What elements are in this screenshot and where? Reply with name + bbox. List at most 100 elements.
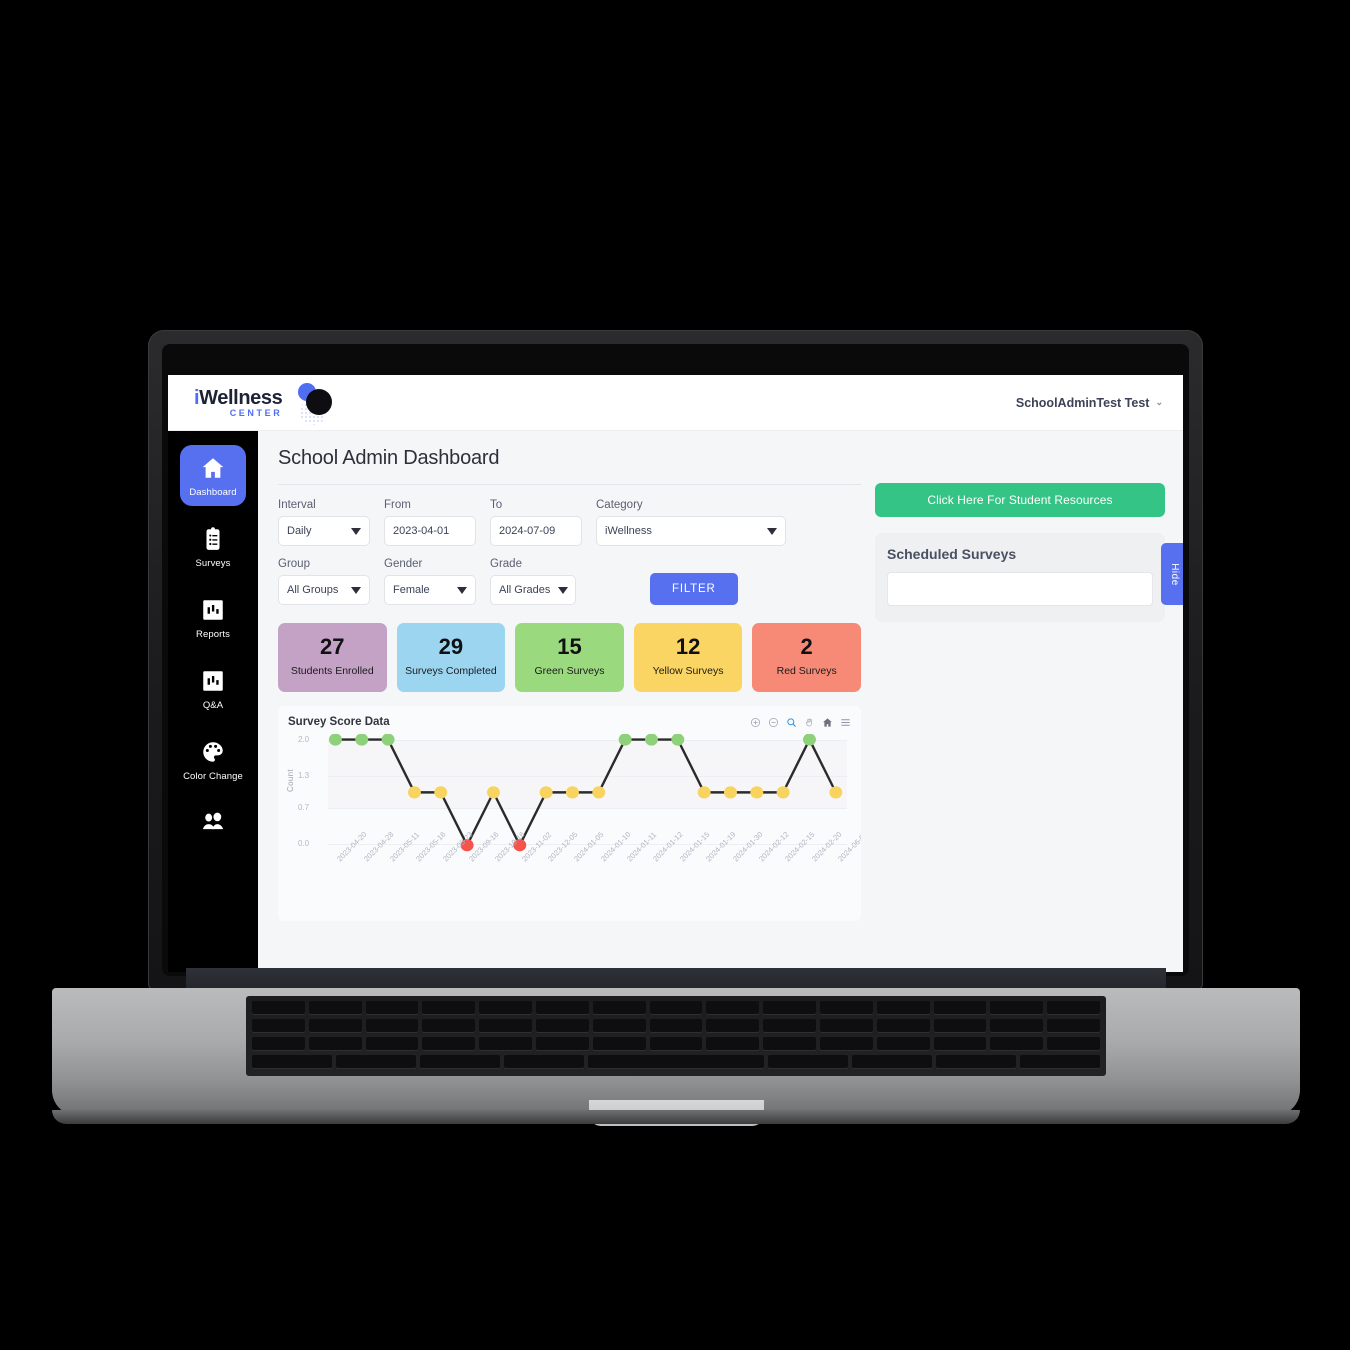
filter-category: Category iWellness xyxy=(596,499,786,546)
chart-data-point[interactable] xyxy=(671,734,685,746)
keyboard-key xyxy=(706,1001,760,1014)
keyboard-key xyxy=(1047,1037,1100,1050)
keyboard-key xyxy=(876,1019,930,1032)
from-date-input[interactable]: 2023-04-01 xyxy=(384,516,476,546)
menu-icon[interactable] xyxy=(840,717,851,728)
from-date-value: 2023-04-01 xyxy=(393,525,450,537)
chart-data-point[interactable] xyxy=(723,786,737,799)
chart-data-point[interactable] xyxy=(750,786,764,799)
filter-to-label: To xyxy=(490,499,503,511)
keyboard-key xyxy=(479,1001,532,1014)
chart-data-point[interactable] xyxy=(381,734,395,746)
chart-data-point[interactable] xyxy=(328,734,342,746)
chart-data-point[interactable] xyxy=(644,734,658,746)
filters-row-1: Interval Daily From 2023-04-01 To 2024-0… xyxy=(278,499,861,546)
reset-zoom-home-icon[interactable] xyxy=(822,717,833,728)
to-date-input[interactable]: 2024-07-09 xyxy=(490,516,582,546)
brand-name-rest: Wellness xyxy=(199,386,283,409)
keyboard-row xyxy=(246,1001,1106,1014)
stat-card-value: 12 xyxy=(675,634,701,659)
filter-category-label: Category xyxy=(596,499,643,511)
sidebar-nav: Dashboard Surveys Reports Q&A Color Chan… xyxy=(168,431,258,972)
keyboard-key xyxy=(1047,1019,1100,1032)
scheduled-surveys-input[interactable] xyxy=(887,572,1153,606)
zoom-out-icon[interactable] xyxy=(768,717,779,728)
sidebar-item-reports[interactable]: Reports xyxy=(180,587,246,648)
main-content: School Admin Dashboard Interval Daily Fr… xyxy=(258,431,1183,972)
y-axis-tick-label: 0.0 xyxy=(298,839,310,849)
chart-data-point[interactable] xyxy=(776,786,790,799)
chart-data-point[interactable] xyxy=(539,786,553,799)
chart-data-point[interactable] xyxy=(407,786,421,799)
sidebar-item-surveys-label: Surveys xyxy=(195,558,231,569)
interval-select[interactable]: Daily xyxy=(278,516,370,546)
filter-button[interactable]: FILTER xyxy=(650,573,738,605)
laptop-hinge xyxy=(186,968,1166,990)
filter-from: From 2023-04-01 xyxy=(384,499,476,546)
keyboard-key xyxy=(504,1055,584,1068)
brand-name: iWellness xyxy=(194,386,283,409)
chart-data-point[interactable] xyxy=(829,786,843,799)
filter-group: Group All Groups xyxy=(278,558,370,605)
keyboard-key xyxy=(933,1019,987,1032)
chart-data-point[interactable] xyxy=(355,734,369,746)
sidebar-item-color-change-label: Color Change xyxy=(183,771,243,782)
sidebar-item-users[interactable] xyxy=(180,800,246,850)
keyboard-key xyxy=(592,1037,646,1050)
panning-icon[interactable] xyxy=(804,717,815,728)
chart-data-point[interactable] xyxy=(592,786,606,799)
filter-grade-label: Grade xyxy=(490,558,522,570)
dashboard-column: School Admin Dashboard Interval Daily Fr… xyxy=(278,447,861,972)
chart-data-point[interactable] xyxy=(486,786,500,799)
keyboard-key xyxy=(876,1001,930,1014)
chart-data-point[interactable] xyxy=(802,734,816,746)
page-title: School Admin Dashboard xyxy=(278,447,500,469)
keyboard-key xyxy=(420,1055,500,1068)
chevron-down-icon xyxy=(351,586,361,594)
gender-select[interactable]: Female xyxy=(384,575,476,605)
user-menu[interactable]: SchoolAdminTest Test ⌄ xyxy=(1016,396,1163,410)
brand-logo[interactable]: iWellness CENTER xyxy=(188,381,333,425)
keyboard-key xyxy=(592,1001,646,1014)
chevron-down-icon xyxy=(351,527,361,535)
bar-chart-icon xyxy=(200,668,226,694)
chart-plot-area: Count 0.0 0.7 1.3 2.0 2023-04-20 2023-04-28 2… xyxy=(286,734,861,909)
stat-card-label: Surveys Completed xyxy=(405,665,497,678)
chart-data-point[interactable] xyxy=(697,786,711,799)
title-divider xyxy=(278,484,861,485)
sidebar-item-qa[interactable]: Q&A xyxy=(180,658,246,719)
grade-select[interactable]: All Grades xyxy=(490,575,576,605)
stat-card: 29 Surveys Completed xyxy=(396,623,506,693)
student-resources-button[interactable]: Click Here For Student Resources xyxy=(875,483,1165,517)
keyboard-key xyxy=(252,1037,305,1050)
black-circle-icon xyxy=(306,388,333,415)
sidebar-item-color-change[interactable]: Color Change xyxy=(180,729,246,790)
y-axis-title: Count xyxy=(286,769,295,793)
stat-card: 2 Red Surveys xyxy=(752,623,861,693)
screenshot-stage: iWellness CENTER SchoolAdminTest Test ⌄ xyxy=(0,0,1350,1350)
stat-card-label: Green Surveys xyxy=(534,665,605,678)
chart-title: Survey Score Data xyxy=(288,716,390,729)
zoom-in-icon[interactable] xyxy=(750,717,761,728)
keyboard-key xyxy=(819,1019,873,1032)
category-select[interactable]: iWellness xyxy=(596,516,786,546)
hide-panel-tab[interactable]: Hide xyxy=(1161,543,1183,605)
group-value: All Groups xyxy=(287,584,339,596)
keyboard-key xyxy=(763,1037,816,1050)
stat-card-label: Students Enrolled xyxy=(290,665,374,678)
chart-data-point[interactable] xyxy=(565,786,579,799)
keyboard-key xyxy=(252,1001,305,1014)
sidebar-item-dashboard-label: Dashboard xyxy=(189,487,237,498)
chevron-down-icon: ⌄ xyxy=(1155,397,1163,407)
sidebar-item-dashboard[interactable]: Dashboard xyxy=(180,445,246,506)
keyboard-row xyxy=(246,1037,1106,1050)
sidebar-item-surveys[interactable]: Surveys xyxy=(180,516,246,577)
chart-toolbar xyxy=(750,717,851,728)
group-select[interactable]: All Groups xyxy=(278,575,370,605)
filter-gender: Gender Female xyxy=(384,558,476,605)
selection-zoom-icon[interactable] xyxy=(786,717,797,728)
keyboard-key xyxy=(819,1001,873,1014)
chart-data-point[interactable] xyxy=(434,786,448,799)
home-icon xyxy=(200,455,226,481)
chart-data-point[interactable] xyxy=(618,734,632,746)
